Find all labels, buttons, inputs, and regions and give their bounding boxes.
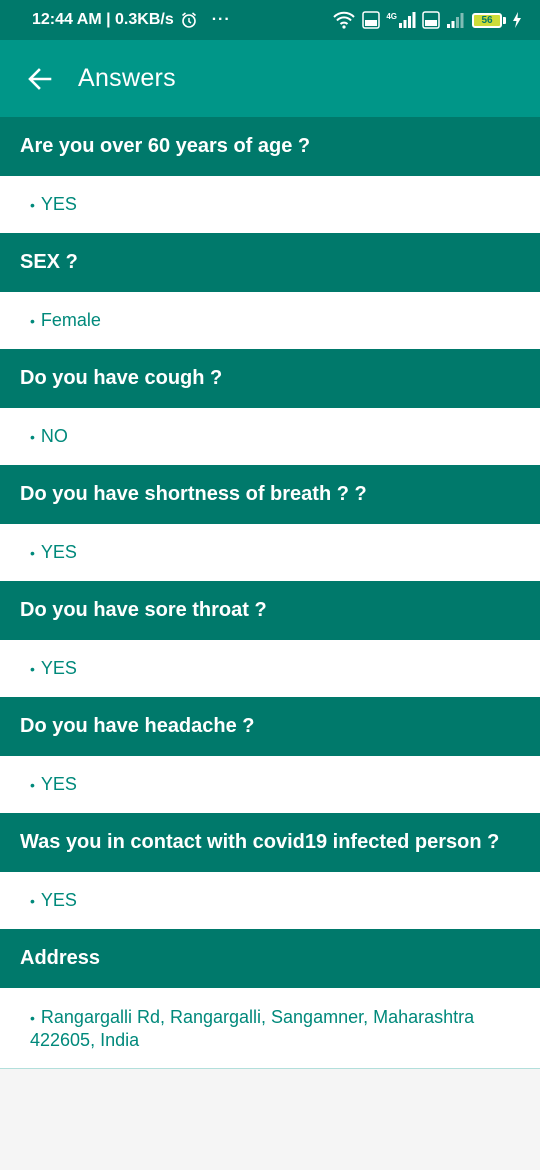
question-header: SEX ? (0, 233, 540, 292)
bullet: • (30, 892, 35, 909)
question-header: Do you have sore throat ? (0, 581, 540, 640)
question-header: Are you over 60 years of age ? (0, 117, 540, 176)
answer-text: NO (40, 426, 68, 446)
signal-4g-icon: 4G (386, 12, 416, 28)
bullet: • (30, 660, 35, 677)
answer-item: • YES (0, 176, 540, 233)
bullet: • (30, 312, 35, 329)
bullet: • (30, 428, 35, 445)
answer-item: • YES (0, 524, 540, 581)
address-text: Rangargalli Rd, Rangargalli, Sangamner, … (30, 1007, 475, 1050)
bullet: • (30, 544, 35, 561)
more-notifications-icon: ··· (211, 11, 231, 28)
app-bar: Answers (0, 40, 540, 117)
answer-item: • YES (0, 872, 540, 929)
wifi-icon (332, 11, 356, 29)
status-bar: 12:44 AM | 0.3KB/s ··· 4G 56 (0, 0, 540, 40)
bullet: • (30, 196, 35, 213)
arrow-back-icon (28, 67, 52, 90)
answer-text: YES (40, 774, 77, 794)
bullet: • (30, 776, 35, 793)
answer-text: YES (40, 658, 77, 678)
page-title: Answers (78, 64, 176, 92)
battery-icon: 56 (472, 12, 506, 28)
volte-icon (362, 11, 381, 29)
question-header: Do you have shortness of breath ? ? (0, 465, 540, 524)
signal-icon (446, 12, 466, 28)
alarm-icon (180, 11, 198, 29)
answer-text: Female (40, 310, 101, 330)
answer-text: YES (40, 194, 77, 214)
answer-text: YES (40, 542, 77, 562)
charging-icon (512, 12, 522, 28)
back-button[interactable] (26, 65, 54, 93)
question-header: Was you in contact with covid19 infected… (0, 813, 540, 872)
address-item: • Rangargalli Rd, Rangargalli, Sangamner,… (0, 988, 540, 1069)
answers-list[interactable]: Are you over 60 years of age ? • YES SEX … (0, 117, 540, 1069)
network-type-label: 4G (386, 12, 397, 21)
answer-item: • NO (0, 408, 540, 465)
battery-level: 56 (472, 12, 502, 28)
bullet: • (30, 1010, 35, 1026)
answer-item: • YES (0, 640, 540, 697)
answer-text: YES (40, 890, 77, 910)
answer-item: • YES (0, 756, 540, 813)
answer-item: • Female (0, 292, 540, 349)
question-header-address: Address (0, 929, 540, 988)
volte-icon-2 (422, 11, 440, 29)
question-header: Do you have headache ? (0, 697, 540, 756)
question-header: Do you have cough ? (0, 349, 540, 408)
status-time-speed: 12:44 AM | 0.3KB/s (32, 11, 174, 28)
